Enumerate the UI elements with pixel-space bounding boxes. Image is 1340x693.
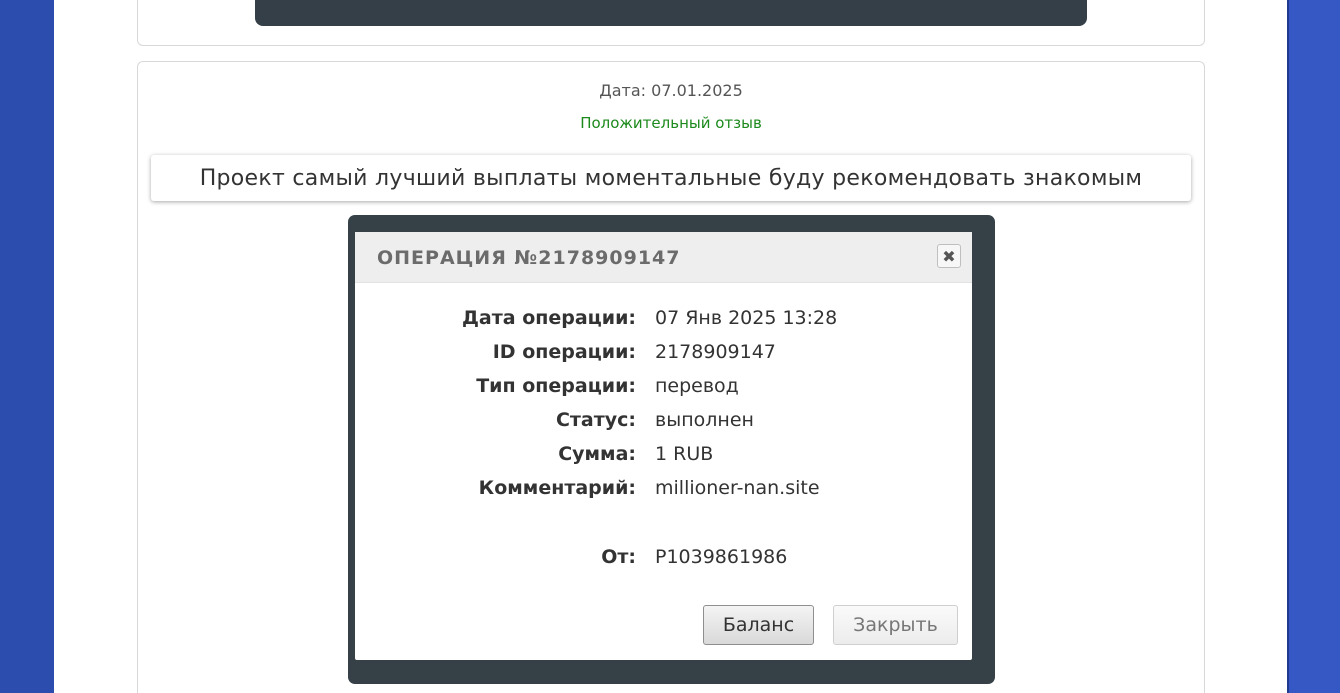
field-value: P1039861986 [655,546,788,568]
field-label: Сумма: [558,443,636,465]
dialog-title: ОПЕРАЦИЯ №2178909147 [377,247,681,269]
field-label: Комментарий: [478,477,636,499]
field-row-comment: Комментарий: millioner-nan.site [355,477,972,507]
payment-screenshot: ОПЕРАЦИЯ №2178909147 ✖ Дата операции: 07… [348,215,995,684]
balance-button[interactable]: Баланс [703,605,814,645]
field-label: От: [601,546,636,568]
field-value: millioner-nan.site [655,477,820,499]
review-card: Дата: 07.01.2025 Положительный отзыв Про… [137,61,1205,693]
dialog-header: ОПЕРАЦИЯ №2178909147 ✖ [355,232,972,283]
review-type: Положительный отзыв [580,114,762,132]
page-background-left [0,0,54,693]
field-row-from: От: P1039861986 [355,546,972,576]
page-content: Дата: 07.01.2025 Положительный отзыв Про… [54,0,1287,693]
close-icon[interactable]: ✖ [937,244,961,268]
field-row-status: Статус: выполнен [355,409,972,439]
field-label: Статус: [555,409,636,431]
previous-review-card [137,0,1205,46]
field-row-id: ID операции: 2178909147 [355,341,972,371]
field-value: выполнен [655,409,754,431]
review-date: Дата: 07.01.2025 [599,81,743,100]
field-label: ID операции: [492,341,636,363]
previous-review-screenshot [255,0,1087,26]
page-background-right [1287,0,1340,693]
review-text: Проект самый лучший выплаты моментальные… [151,155,1191,201]
field-row-amount: Сумма: 1 RUB [355,443,972,473]
field-row-type: Тип операции: перевод [355,375,972,405]
field-label: Тип операции: [476,375,636,397]
field-value: 2178909147 [655,341,776,363]
field-value: 1 RUB [655,443,714,465]
field-value: 07 Янв 2025 13:28 [655,307,838,329]
field-value: перевод [655,375,739,397]
close-button[interactable]: Закрыть [833,605,958,645]
field-row-date: Дата операции: 07 Янв 2025 13:28 [355,307,972,337]
operation-dialog: ОПЕРАЦИЯ №2178909147 ✖ Дата операции: 07… [355,232,972,660]
field-label: Дата операции: [462,307,636,329]
